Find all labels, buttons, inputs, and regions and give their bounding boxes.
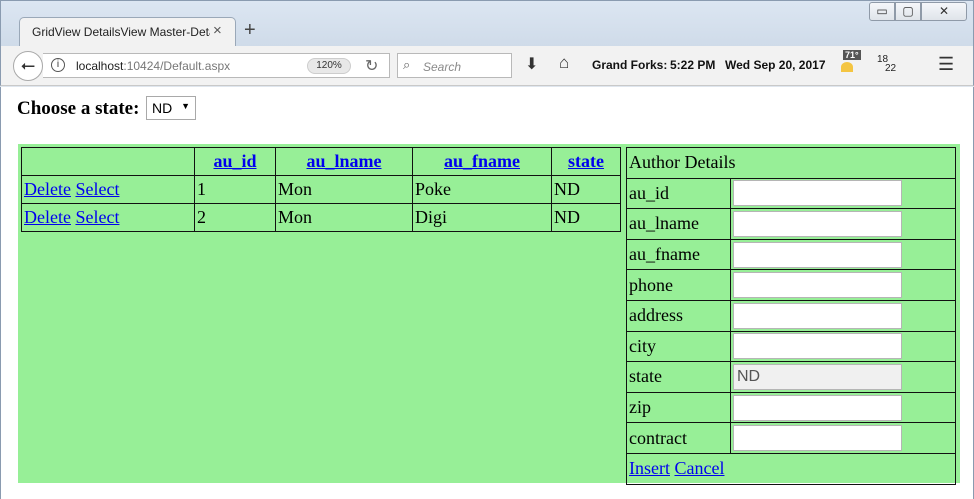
row-actions: Delete Select (21, 203, 195, 232)
details-actions: Insert Cancel (626, 452, 956, 485)
field-label: au_fname (626, 238, 731, 271)
delete-link[interactable]: Delete (24, 207, 71, 227)
back-arrow-icon: ⭠ (20, 55, 36, 75)
field-label: phone (626, 269, 731, 301)
state-selected-value: ND (152, 100, 173, 116)
sort-au-lname-link[interactable]: au_lname (306, 151, 381, 171)
au-lname-input[interactable] (733, 210, 902, 237)
sort-au-id-link[interactable]: au_id (213, 151, 256, 171)
field-label: au_lname (626, 208, 731, 240)
info-icon[interactable]: i (51, 58, 65, 72)
temperature: 71° (843, 50, 861, 60)
chevron-down-icon: ▼ (181, 101, 190, 111)
back-button[interactable]: ⭠ (13, 51, 43, 81)
state-dropdown[interactable]: ND ▼ (146, 96, 196, 120)
minimize-button[interactable]: ▭ (869, 2, 895, 21)
window-titlebar: ▭ ▢ ✕ GridView DetailsView Master-Deta ×… (0, 0, 974, 48)
field-label: state (626, 361, 731, 393)
cell-au-fname: Poke (412, 175, 552, 204)
sort-state-link[interactable]: state (568, 151, 604, 171)
zip-input[interactable] (733, 394, 902, 421)
grid-header-state[interactable]: state (551, 147, 621, 176)
home-icon[interactable]: ⌂ (559, 53, 569, 73)
zoom-level[interactable]: 120% (307, 58, 351, 74)
table-row: Delete Select 2 Mon Digi ND (21, 203, 621, 232)
select-link[interactable]: Select (75, 179, 119, 199)
reload-icon[interactable]: ↻ (365, 56, 378, 76)
cell-au-id: 1 (194, 175, 276, 204)
field-label: address (626, 299, 731, 332)
grid-header-au-fname[interactable]: au_fname (412, 147, 552, 176)
cell-au-id: 2 (194, 203, 276, 232)
cell-au-lname: Mon (275, 175, 413, 204)
weather-time: 5:22 PM (670, 58, 716, 72)
tab-close-icon[interactable]: × (213, 22, 222, 39)
insert-link[interactable]: Insert (629, 458, 670, 478)
maximize-button[interactable]: ▢ (895, 2, 921, 21)
weather-icon[interactable]: 71° (841, 50, 865, 72)
city-input[interactable] (733, 333, 902, 360)
weather-date: Wed Sep 20, 2017 (725, 58, 826, 72)
table-row: Delete Select 1 Mon Poke ND (21, 175, 621, 204)
cell-au-fname: Digi (412, 203, 552, 232)
counter-widget[interactable]: 18 22 (877, 55, 897, 74)
new-tab-button[interactable]: + (244, 19, 256, 42)
counter-bottom: 22 (885, 63, 897, 74)
delete-link[interactable]: Delete (24, 179, 71, 199)
author-detailsview: Author Details au_id au_lname au_fname p… (626, 147, 956, 485)
au-id-input[interactable] (733, 180, 902, 207)
sort-au-fname-link[interactable]: au_fname (444, 151, 520, 171)
state-label: Choose a state: (17, 98, 140, 119)
field-label: contract (626, 422, 731, 454)
contract-input[interactable] (733, 425, 902, 452)
cell-state: ND (551, 175, 621, 204)
weather-widget: Grand Forks: 5:22 PM Wed Sep 20, 2017 (592, 58, 826, 72)
address-input[interactable] (733, 302, 902, 329)
master-detail-panel: au_id au_lname au_fname state Delete Sel… (18, 144, 960, 485)
weather-place: Grand Forks: (592, 58, 668, 72)
cell-state: ND (551, 203, 621, 232)
grid-header-au-lname[interactable]: au_lname (275, 147, 413, 176)
cell-au-lname: Mon (275, 203, 413, 232)
hamburger-menu-icon[interactable]: ☰ (938, 54, 954, 75)
page-content: Choose a state: ND ▼ au_id au_lname au_f… (0, 87, 974, 499)
url-bar[interactable]: i localhost:10424/Default.aspx 120% ↻ (43, 53, 390, 78)
download-icon[interactable]: ⬇ (525, 54, 538, 74)
phone-input[interactable] (733, 272, 902, 299)
authors-gridview: au_id au_lname au_fname state Delete Sel… (21, 147, 621, 232)
grid-header-actions (21, 147, 195, 176)
search-icon: ⌕ (403, 57, 411, 72)
field-label: city (626, 330, 731, 363)
close-window-button[interactable]: ✕ (921, 2, 967, 21)
details-title: Author Details (626, 147, 956, 179)
field-label: au_id (626, 177, 731, 210)
browser-tab[interactable]: GridView DetailsView Master-Deta × (19, 17, 236, 48)
tab-title: GridView DetailsView Master-Deta (32, 25, 210, 39)
state-input (733, 363, 902, 390)
au-fname-input[interactable] (733, 241, 902, 268)
search-placeholder: Search (423, 60, 462, 74)
select-link[interactable]: Select (75, 207, 119, 227)
cancel-link[interactable]: Cancel (674, 458, 724, 478)
grid-header-row: au_id au_lname au_fname state (21, 147, 621, 176)
grid-header-au-id[interactable]: au_id (194, 147, 276, 176)
navigation-toolbar: ⭠ i localhost:10424/Default.aspx 120% ↻ … (0, 46, 974, 86)
field-label: zip (626, 391, 731, 424)
row-actions: Delete Select (21, 175, 195, 204)
search-box[interactable]: ⌕ Search (397, 53, 512, 78)
url-text: localhost:10424/Default.aspx (76, 59, 231, 73)
sun-icon (841, 62, 853, 72)
